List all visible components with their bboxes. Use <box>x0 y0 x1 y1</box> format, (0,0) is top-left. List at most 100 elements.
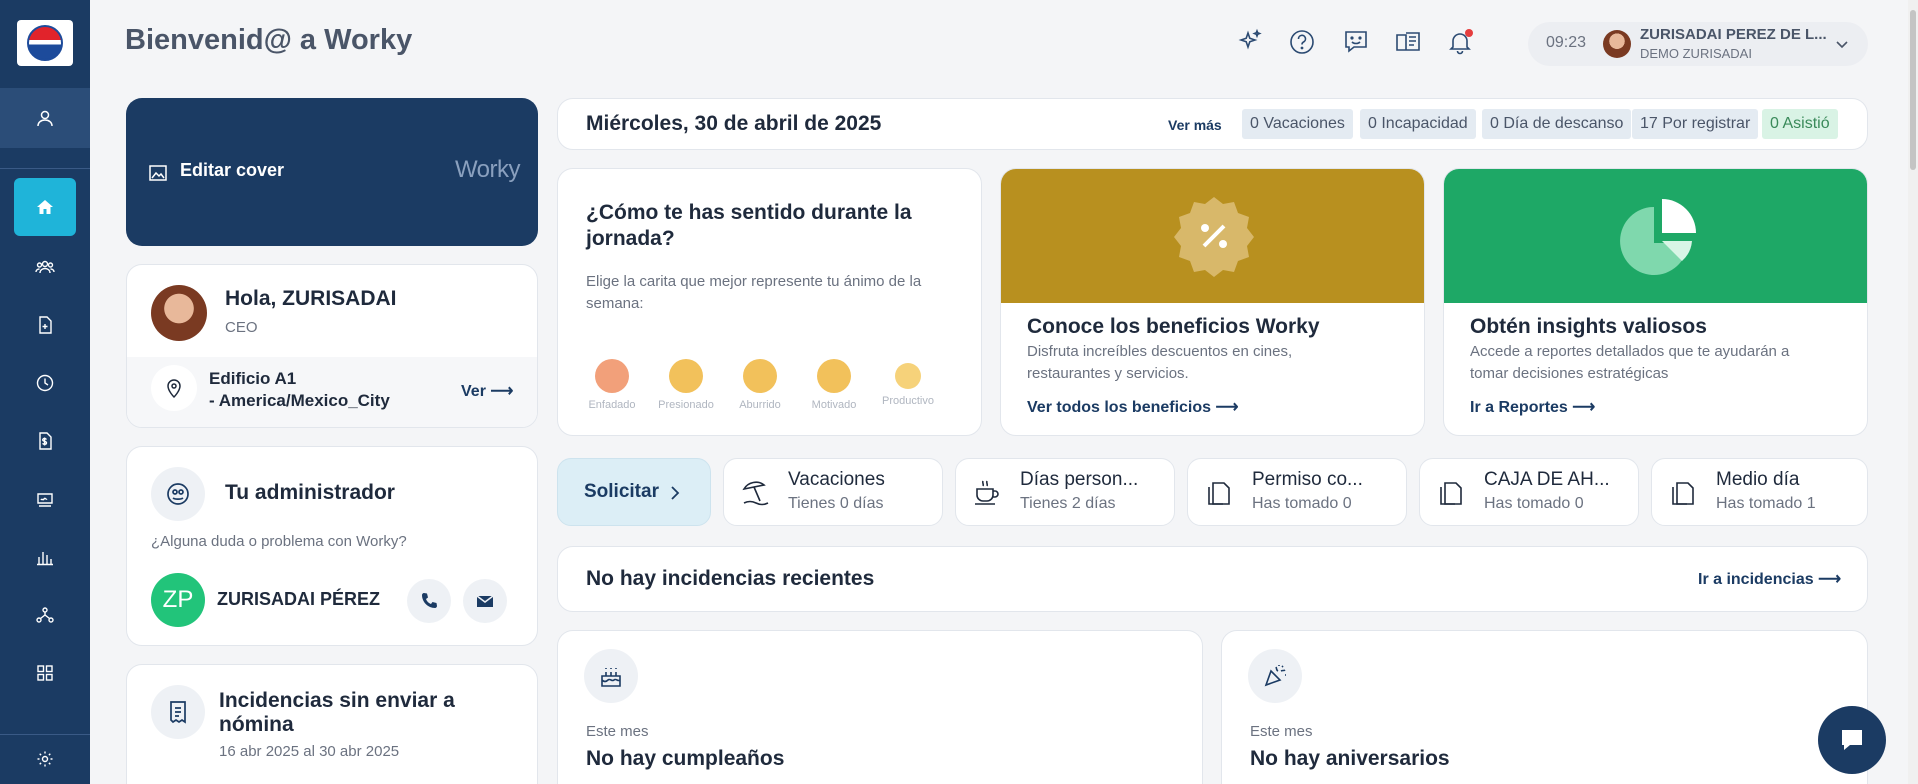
date-bar: Miércoles, 30 de abril de 2025 Ver más 0… <box>557 98 1868 150</box>
team-icon <box>35 260 55 274</box>
notifications-button[interactable] <box>1444 26 1476 58</box>
status-pill-rest-day[interactable]: 0 Día de descanso <box>1482 109 1632 139</box>
clock-icon <box>36 374 54 392</box>
mood-option-motivated[interactable]: Motivado <box>794 359 874 411</box>
mood-option-bored[interactable]: Aburrido <box>720 359 800 411</box>
location-pin-icon <box>167 379 181 399</box>
user-icon <box>37 110 53 127</box>
sidebar-item-organization[interactable] <box>14 586 76 644</box>
bar-chart-icon <box>37 552 53 566</box>
reports-link[interactable]: Ir a Reportes ⟶ <box>1470 397 1595 417</box>
anniversaries-text: No hay aniversarios <box>1250 747 1450 770</box>
ai-sparkle-button[interactable] <box>1234 26 1266 58</box>
feedback-button[interactable] <box>1340 26 1372 58</box>
arrow-right-icon: ⟶ <box>1818 571 1841 588</box>
sparkle-icon <box>1238 28 1262 50</box>
cake-icon <box>601 668 621 687</box>
insights-desc: Accede a reportes detallados que te ayud… <box>1470 343 1790 360</box>
pepsi-logo-icon <box>27 25 63 61</box>
arrow-right-icon: ⟶ <box>1572 399 1596 416</box>
copy-document-icon <box>1440 482 1462 505</box>
document-icon <box>39 316 52 334</box>
chat-smile-icon <box>1345 31 1367 53</box>
grid-icon <box>37 665 53 681</box>
brand-wordmark: Worky <box>454 156 521 183</box>
mood-option-pressured[interactable]: Presionado <box>646 359 726 411</box>
mood-title: ¿Cómo te has sentido durante la <box>586 201 912 224</box>
image-icon <box>149 165 167 181</box>
admin-card: Tu administrador ¿Alguna duda o problema… <box>126 446 538 646</box>
sidebar-item-documents[interactable] <box>14 296 76 354</box>
sidebar-item-requests[interactable] <box>14 470 76 528</box>
mood-option-productive[interactable]: Productivo <box>868 359 948 407</box>
anniversaries-period: Este mes <box>1250 723 1313 740</box>
coffee-cup-icon <box>975 480 999 505</box>
sidebar <box>0 0 90 784</box>
profile-greeting: Hola, ZURISADAI <box>225 287 397 310</box>
cover-banner: Editar cover Worky <box>126 98 538 246</box>
support-icon <box>167 483 189 505</box>
beach-umbrella-icon <box>742 481 769 506</box>
sidebar-item-apps[interactable] <box>14 644 76 702</box>
call-admin-button[interactable] <box>407 579 451 623</box>
status-pill-disability[interactable]: 0 Incapacidad <box>1360 109 1476 139</box>
insights-title: Obtén insights valiosos <box>1470 315 1707 338</box>
sidebar-item-attendance[interactable] <box>14 354 76 412</box>
payroll-icon <box>39 432 52 450</box>
mood-subtitle: Elige la carita que mejor represente tu … <box>586 273 922 290</box>
see-more-link[interactable]: Ver más <box>1168 117 1222 133</box>
mood-card: ¿Cómo te has sentido durante la jornada?… <box>557 168 982 436</box>
page-scrollbar[interactable] <box>1908 0 1918 784</box>
request-vacations[interactable]: Vacaciones Tienes 0 días <box>723 458 943 526</box>
location-view-link[interactable]: Ver ⟶ <box>461 381 513 401</box>
status-pill-attended[interactable]: 0 Asistió <box>1762 109 1838 139</box>
anniversaries-card: Este mes No hay aniversarios <box>1221 630 1868 784</box>
insights-card[interactable]: Obtén insights valiosos Accede a reporte… <box>1443 168 1868 436</box>
angry-face-icon <box>595 359 629 393</box>
sidebar-profile-button[interactable] <box>0 88 90 148</box>
status-pill-vacations[interactable]: 0 Vacaciones <box>1242 109 1353 139</box>
request-savings-fund[interactable]: CAJA DE AH... Has tomado 0 <box>1419 458 1639 526</box>
party-popper-icon <box>1264 665 1286 687</box>
sidebar-item-settings[interactable] <box>14 734 76 784</box>
sidebar-item-home[interactable] <box>14 178 76 236</box>
email-admin-button[interactable] <box>463 579 507 623</box>
gear-icon <box>37 751 53 767</box>
benefits-card[interactable]: Conoce los beneficios Worky Disfruta inc… <box>1000 168 1425 436</box>
birthdays-period: Este mes <box>586 723 649 740</box>
mood-option-angry[interactable]: Enfadado <box>572 359 652 411</box>
arrow-right-icon: ⟶ <box>490 383 514 400</box>
receipt-icon <box>170 701 186 724</box>
user-avatar <box>1603 30 1631 58</box>
notification-badge <box>1465 29 1473 37</box>
incidences-link[interactable]: Ir a incidencias ⟶ <box>1698 569 1841 589</box>
company-logo[interactable] <box>17 20 73 66</box>
edit-cover-button[interactable]: Editar cover <box>180 160 284 181</box>
sidebar-item-team[interactable] <box>14 238 76 296</box>
status-pill-to-register[interactable]: 17 Por registrar <box>1632 109 1759 139</box>
rushing-face-icon <box>895 363 921 389</box>
mail-icon <box>476 595 494 607</box>
home-icon <box>37 200 53 214</box>
request-half-day[interactable]: Medio día Has tomado 1 <box>1651 458 1868 526</box>
user-menu[interactable]: 09:23 ZURISADAI PEREZ DE L... DEMO ZURIS… <box>1528 22 1868 66</box>
request-personal-days[interactable]: Días person... Tienes 2 días <box>955 458 1175 526</box>
birthdays-card: Este mes No hay cumpleaños <box>557 630 1203 784</box>
help-button[interactable] <box>1286 26 1318 58</box>
phone-icon <box>422 593 437 608</box>
sidebar-item-payroll[interactable] <box>14 412 76 470</box>
scrollbar-thumb[interactable] <box>1910 10 1916 170</box>
location-name: Edificio A1 <box>209 369 297 388</box>
request-permit[interactable]: Permiso co... Has tomado 0 <box>1187 458 1407 526</box>
benefits-link[interactable]: Ver todos los beneficios ⟶ <box>1027 397 1238 417</box>
smile-face-icon <box>817 359 851 393</box>
chat-support-button[interactable] <box>1818 706 1886 774</box>
news-button[interactable] <box>1392 26 1424 58</box>
admin-title: Tu administrador <box>225 481 395 504</box>
copy-document-icon <box>1672 482 1694 505</box>
sweat-face-icon <box>669 359 703 393</box>
sidebar-item-reports[interactable] <box>14 528 76 586</box>
incidences-title: No hay incidencias recientes <box>586 567 875 590</box>
arrow-right-icon: ⟶ <box>1215 399 1239 416</box>
solicitar-button[interactable]: Solicitar <box>557 458 711 526</box>
